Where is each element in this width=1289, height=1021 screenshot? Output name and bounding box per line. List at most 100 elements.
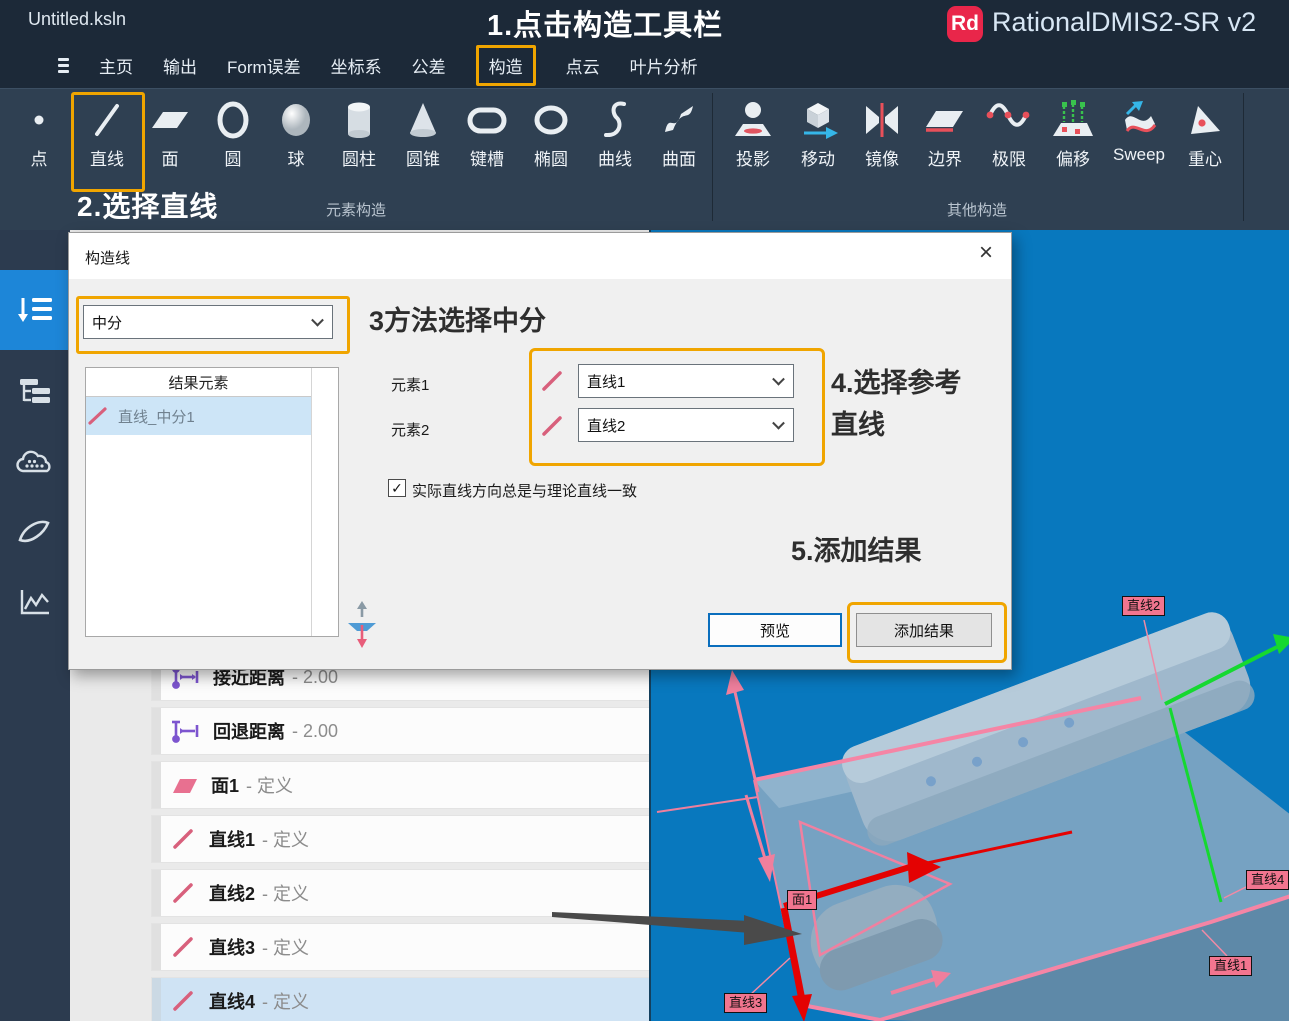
result-list-header: 结果元素 <box>86 368 311 397</box>
list-item-plane1[interactable]: 面1 - 定义 <box>152 762 714 808</box>
boundary-icon <box>914 97 976 143</box>
menu-item-output[interactable]: 输出 <box>163 53 197 78</box>
annotation-step1: 1.点击构造工具栏 <box>487 2 723 44</box>
list-item-line1[interactable]: 直线1 - 定义 <box>152 816 714 862</box>
menu-item-blade-analysis[interactable]: 叶片分析 <box>630 53 698 78</box>
program-list-icon <box>16 295 54 325</box>
tool-cone[interactable]: 圆锥 <box>392 97 454 170</box>
element1-select[interactable]: 直线1 <box>578 364 794 398</box>
sweep-icon <box>1106 97 1172 143</box>
list-item-line4[interactable]: 直线4 - 定义 <box>152 978 714 1021</box>
menu-item-coordsys[interactable]: 坐标系 <box>331 53 382 78</box>
list-item-line2[interactable]: 直线2 - 定义 <box>152 870 714 916</box>
line-feature-icon <box>171 989 197 1013</box>
dialog-title: 构造线 <box>85 247 130 268</box>
tool-move[interactable]: 移动 <box>787 97 849 170</box>
menu-item-home[interactable]: 主页 <box>99 53 133 78</box>
sidebar-item-program-list[interactable] <box>0 270 70 350</box>
tool-project[interactable]: 投影 <box>722 97 784 170</box>
result-list-scroll-column[interactable] <box>311 368 338 636</box>
menubar: 主页 输出 Form误差 坐标系 公差 构造 点云 叶片分析 <box>58 46 698 84</box>
add-result-button[interactable]: 添加结果 <box>856 613 992 647</box>
tool-extreme[interactable]: 极限 <box>978 97 1040 170</box>
point-cloud-icon <box>15 446 55 478</box>
move-icon <box>787 97 849 143</box>
tool-plane[interactable]: 面 <box>139 97 201 170</box>
document-title: Untitled.ksln <box>28 9 126 30</box>
point-icon <box>8 97 70 143</box>
mirror-icon <box>851 97 913 143</box>
dialog-titlebar[interactable]: 构造线 × <box>69 233 1011 279</box>
annotation-step3: 3方法选择中分 <box>369 299 546 338</box>
app-window: Untitled.ksln 1.点击构造工具栏 Rd RationalDMIS2… <box>0 0 1289 1021</box>
curve-icon <box>584 97 646 143</box>
tool-cylinder[interactable]: 圆柱 <box>328 97 390 170</box>
flip-direction-icon[interactable] <box>346 601 378 649</box>
line-feature-icon <box>171 827 197 851</box>
badge-line4[interactable]: 直线4 <box>1246 870 1289 890</box>
sidebar-item-blade[interactable] <box>0 492 70 572</box>
titlebar: Untitled.ksln 1.点击构造工具栏 Rd RationalDMIS2… <box>0 0 1289 88</box>
tool-slot[interactable]: 键槽 <box>456 97 518 170</box>
app-name: RationalDMIS2-SR v2 <box>992 7 1256 38</box>
tool-point[interactable]: 点 <box>8 97 70 170</box>
preview-button[interactable]: 预览 <box>708 613 842 647</box>
cone-icon <box>392 97 454 143</box>
result-list-row[interactable]: 直线_中分1 <box>86 397 311 435</box>
tool-surface[interactable]: 曲面 <box>648 97 710 170</box>
menu-item-form-error[interactable]: Form误差 <box>227 53 301 78</box>
centroid-icon <box>1174 97 1236 143</box>
tool-curve[interactable]: 曲线 <box>584 97 646 170</box>
circle-icon <box>202 97 264 143</box>
app-logo: Rd <box>947 6 983 42</box>
tool-boundary[interactable]: 边界 <box>914 97 976 170</box>
tool-line[interactable]: 直线 <box>76 97 138 170</box>
sphere-icon <box>265 97 327 143</box>
left-sidebar <box>0 230 70 1021</box>
tool-mirror[interactable]: 镜像 <box>851 97 913 170</box>
line-feature-icon <box>86 405 110 427</box>
tool-sweep[interactable]: Sweep <box>1106 97 1172 165</box>
list-item-line3[interactable]: 直线3 - 定义 <box>152 924 714 970</box>
annotation-step2: 2.选择直线 <box>77 185 218 225</box>
tool-ellipse[interactable]: 椭圆 <box>520 97 582 170</box>
tool-circle[interactable]: 圆 <box>202 97 264 170</box>
menu-item-pointcloud[interactable]: 点云 <box>566 53 600 78</box>
badge-line1[interactable]: 直线1 <box>1209 956 1252 976</box>
project-icon <box>722 97 784 143</box>
direction-checkbox-label: 实际直线方向总是与理论直线一致 <box>412 480 637 501</box>
annotation-step4-line1: 4.选择参考 <box>831 361 962 400</box>
tree-icon <box>17 377 53 407</box>
sidebar-item-point-cloud[interactable] <box>0 422 70 502</box>
badge-line2[interactable]: 直线2 <box>1122 596 1165 616</box>
line-feature-icon <box>171 935 197 959</box>
chevron-down-icon <box>772 373 785 386</box>
chevron-down-icon <box>311 314 324 327</box>
chart-icon <box>17 587 53 617</box>
blade-icon <box>16 516 54 548</box>
ribbon-divider <box>1243 93 1244 221</box>
line-icon <box>76 97 138 143</box>
tool-centroid[interactable]: 重心 <box>1174 97 1236 170</box>
tool-sphere[interactable]: 球 <box>265 97 327 170</box>
slot-icon <box>456 97 518 143</box>
chevron-down-icon <box>772 417 785 430</box>
line-feature-icon <box>171 881 197 905</box>
direction-checkbox[interactable]: ✓ <box>388 479 406 497</box>
method-select[interactable]: 中分 <box>83 305 333 339</box>
result-list[interactable]: 结果元素 直线_中分1 <box>85 367 339 637</box>
construct-line-dialog: 构造线 × 中分 3方法选择中分 结果元素 直线_中分1 元素1 元素2 直线1 <box>68 232 1012 670</box>
element2-select[interactable]: 直线2 <box>578 408 794 442</box>
tool-offset[interactable]: 偏移 <box>1042 97 1104 170</box>
sidebar-item-feature-tree[interactable] <box>0 352 70 432</box>
close-icon[interactable]: × <box>979 241 993 265</box>
badge-line3[interactable]: 直线3 <box>724 993 767 1013</box>
list-item-retract-distance[interactable]: 回退距离 - 2.00 <box>152 708 714 754</box>
badge-plane1[interactable]: 面1 <box>787 890 817 910</box>
menu-item-tolerance[interactable]: 公差 <box>412 53 446 78</box>
ribbon-toolbar: 点 直线 面 圆 球 圆柱 圆锥 键槽 椭圆 曲线 <box>0 88 1289 231</box>
sidebar-item-report-chart[interactable] <box>0 562 70 642</box>
menu-item-construct[interactable]: 构造 <box>476 45 536 86</box>
hamburger-menu-icon[interactable] <box>58 55 69 76</box>
ribbon-group-element-construct: 元素构造 <box>256 199 456 220</box>
